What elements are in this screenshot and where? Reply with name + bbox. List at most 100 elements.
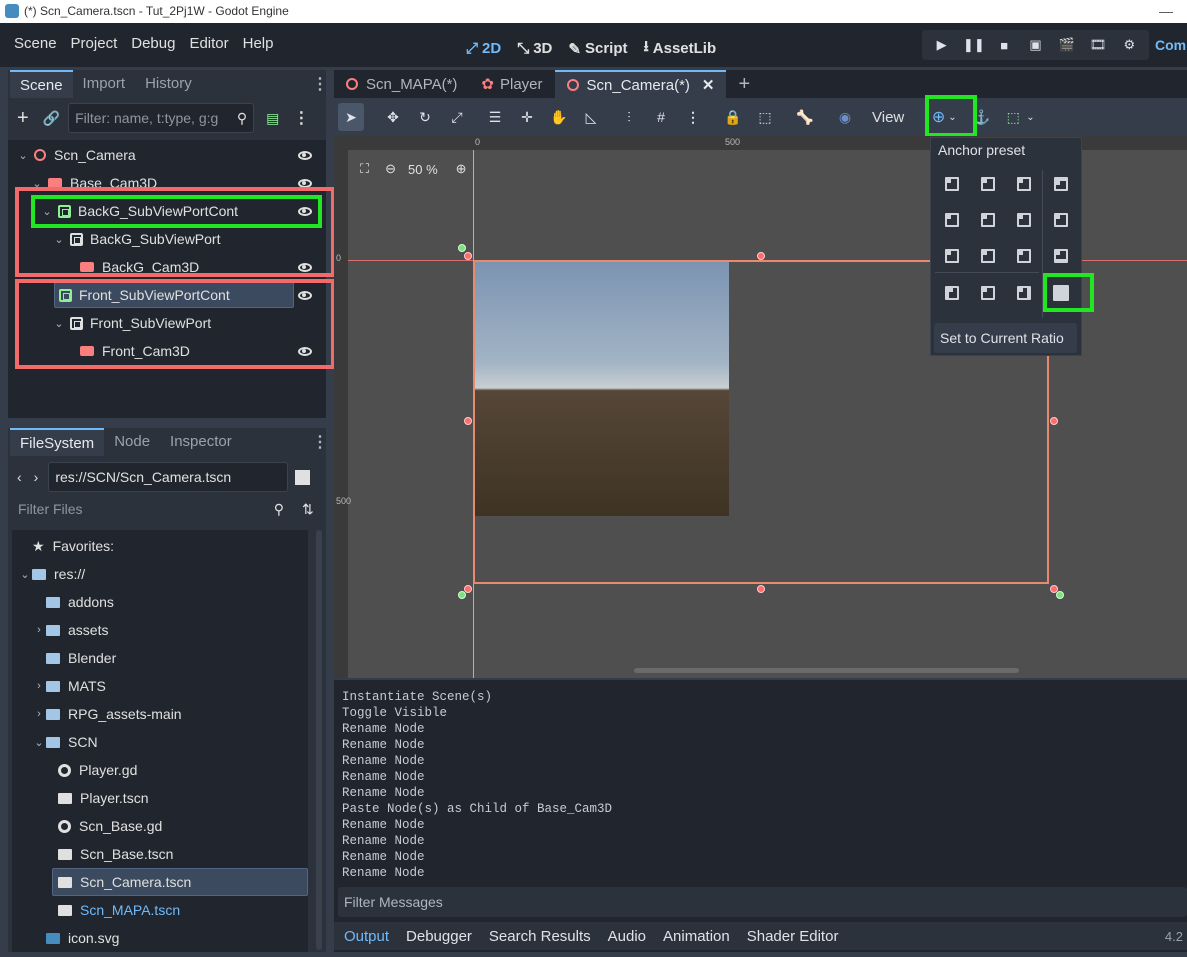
split-mode-icon[interactable] [295,469,311,485]
preset-bottom-left[interactable] [945,249,959,263]
container-sizing-icon[interactable]: ⬚ [1000,109,1026,126]
set-current-ratio-button[interactable]: Set to Current Ratio [934,323,1077,353]
tab-search-results[interactable]: Search Results [489,928,591,945]
tab-node[interactable]: Node [104,428,160,456]
filter-messages-input[interactable]: Filter Messages [338,887,1187,917]
file-item-mats[interactable]: › MATS [32,672,106,700]
scene-tab-scn-camera[interactable]: Scn_Camera(*) ✕ [554,70,727,98]
add-node-icon[interactable]: + [17,107,29,130]
pivot-mode-icon[interactable]: ✛ [514,109,540,126]
preset-bottom-wide[interactable] [1054,249,1068,263]
menu-editor[interactable]: Editor [182,35,235,52]
menu-help[interactable]: Help [236,35,281,52]
scene-tab-player[interactable]: ✿ Player [469,70,554,98]
workspace-3d-button[interactable]: ⤡ 3D [517,40,552,57]
chevron-down-icon[interactable]: ⌄ [18,568,32,581]
forward-icon[interactable]: › [34,469,39,485]
preset-center-top[interactable] [981,177,995,191]
tab-scene[interactable]: Scene [10,70,73,98]
preset-center-left[interactable] [945,213,959,227]
stop-icon[interactable]: ■ [994,38,1014,53]
resize-handle[interactable] [1050,417,1058,425]
tab-audio[interactable]: Audio [608,928,646,945]
file-item-scn[interactable]: ⌄ SCN [32,728,97,756]
bone-icon[interactable]: 🦴 [792,109,818,126]
preset-top-left[interactable] [945,177,959,191]
zoom-level[interactable]: 50 % [408,162,438,177]
add-tab-icon[interactable]: + [738,73,750,96]
preset-bottom-right[interactable] [1017,249,1031,263]
renderer-selector[interactable]: Com [1155,37,1186,53]
tree-node-scn-camera[interactable]: ⌄ Scn_Camera [16,141,321,169]
zoom-in-icon[interactable]: ⊕ [456,161,467,177]
tab-import[interactable]: Import [73,70,136,98]
file-item-addons[interactable]: addons [46,588,114,616]
path-input[interactable]: res://SCN/Scn_Camera.tscn [48,462,289,492]
visibility-eye-icon[interactable] [298,150,312,160]
pan-mode-icon[interactable]: ✋ [546,109,572,126]
file-item-player-tscn[interactable]: Player.tscn [58,784,148,812]
select-mode-icon[interactable]: ➤ [338,103,364,131]
file-item-icon-svg[interactable]: icon.svg [46,924,119,952]
resize-handle[interactable] [464,417,472,425]
chevron-right-icon[interactable]: › [32,624,46,636]
minimize-button[interactable]: — [1159,0,1173,23]
file-item-scn-camera-tscn[interactable]: Scn_Camera.tscn [52,868,308,896]
chevron-down-icon[interactable]: ⌄ [1026,112,1034,123]
move-mode-icon[interactable]: ✥ [380,109,406,126]
camera-override-icon[interactable]: ◉ [832,109,858,126]
zoom-out-icon[interactable]: ⊖ [385,161,396,177]
smart-snap-icon[interactable]: ⫶ [616,109,642,126]
file-item-res[interactable]: ⌄ res:// [18,560,85,588]
chevron-down-icon[interactable]: ⌄ [16,149,30,162]
snap-options-icon[interactable]: ⋮ [680,109,706,126]
file-item-scn-mapa-tscn[interactable]: Scn_MAPA.tscn [58,896,180,924]
close-icon[interactable]: ✕ [702,76,715,94]
menu-scene[interactable]: Scene [7,35,64,52]
anchor-handle[interactable] [458,591,466,599]
grid-snap-icon[interactable]: # [648,109,674,125]
back-icon[interactable]: ‹ [17,469,22,485]
tab-shader-editor[interactable]: Shader Editor [747,928,839,945]
play-icon[interactable]: ▶ [932,37,952,53]
tab-history[interactable]: History [135,70,202,98]
file-item-player-gd[interactable]: Player.gd [58,756,137,784]
center-view-icon[interactable]: ⛶ [360,161,369,177]
resize-handle[interactable] [757,585,765,593]
file-filter-input[interactable]: Filter Files ⚲ [12,494,292,524]
preset-left-wide[interactable] [945,286,959,300]
file-item-assets[interactable]: › assets [32,616,108,644]
view-menu[interactable]: View [872,109,904,126]
file-item-scn-base-gd[interactable]: Scn_Base.gd [58,812,162,840]
pause-icon[interactable]: ❚❚ [963,37,985,53]
anchor-handle[interactable] [1056,591,1064,599]
preset-center[interactable] [981,213,995,227]
lock-icon[interactable]: 🔒 [720,109,746,126]
tab-inspector[interactable]: Inspector [160,428,242,456]
tab-animation[interactable]: Animation [663,928,730,945]
dock-menu-icon[interactable]: ⋮ [312,74,328,94]
scale-mode-icon[interactable]: ⤢ [444,109,470,126]
movie-maker-icon[interactable]: ⚙ [1119,37,1139,53]
preset-hcenter-wide[interactable] [1054,213,1068,227]
chevron-down-icon[interactable]: ⌄ [32,736,46,749]
file-item-rpg-assets[interactable]: › RPG_assets-main [32,700,181,728]
preset-top-wide[interactable] [1054,177,1068,191]
scene-tab-scn-mapa[interactable]: Scn_MAPA(*) [334,70,469,98]
favorites-item[interactable]: ★ Favorites: [32,532,114,560]
play-scene-icon[interactable]: 🎬 [1057,37,1077,53]
preset-center-bottom[interactable] [981,249,995,263]
chevron-right-icon[interactable]: › [32,708,46,720]
resize-handle[interactable] [757,252,765,260]
rotate-mode-icon[interactable]: ↻ [412,109,438,126]
workspace-script-button[interactable]: ✎ Script [568,40,627,58]
resize-handle[interactable] [464,252,472,260]
workspace-2d-button[interactable]: ⤢ 2D [466,40,501,57]
play-custom-scene-icon[interactable]: 🎞 [1088,37,1108,53]
add-script-icon[interactable]: ▤ [266,110,279,127]
file-item-blender[interactable]: Blender [46,644,116,672]
dock-menu-icon[interactable]: ⋮ [312,432,328,452]
tab-filesystem[interactable]: FileSystem [10,428,105,456]
chevron-right-icon[interactable]: › [32,680,46,692]
scene-menu-icon[interactable]: ⋮ [293,108,309,128]
